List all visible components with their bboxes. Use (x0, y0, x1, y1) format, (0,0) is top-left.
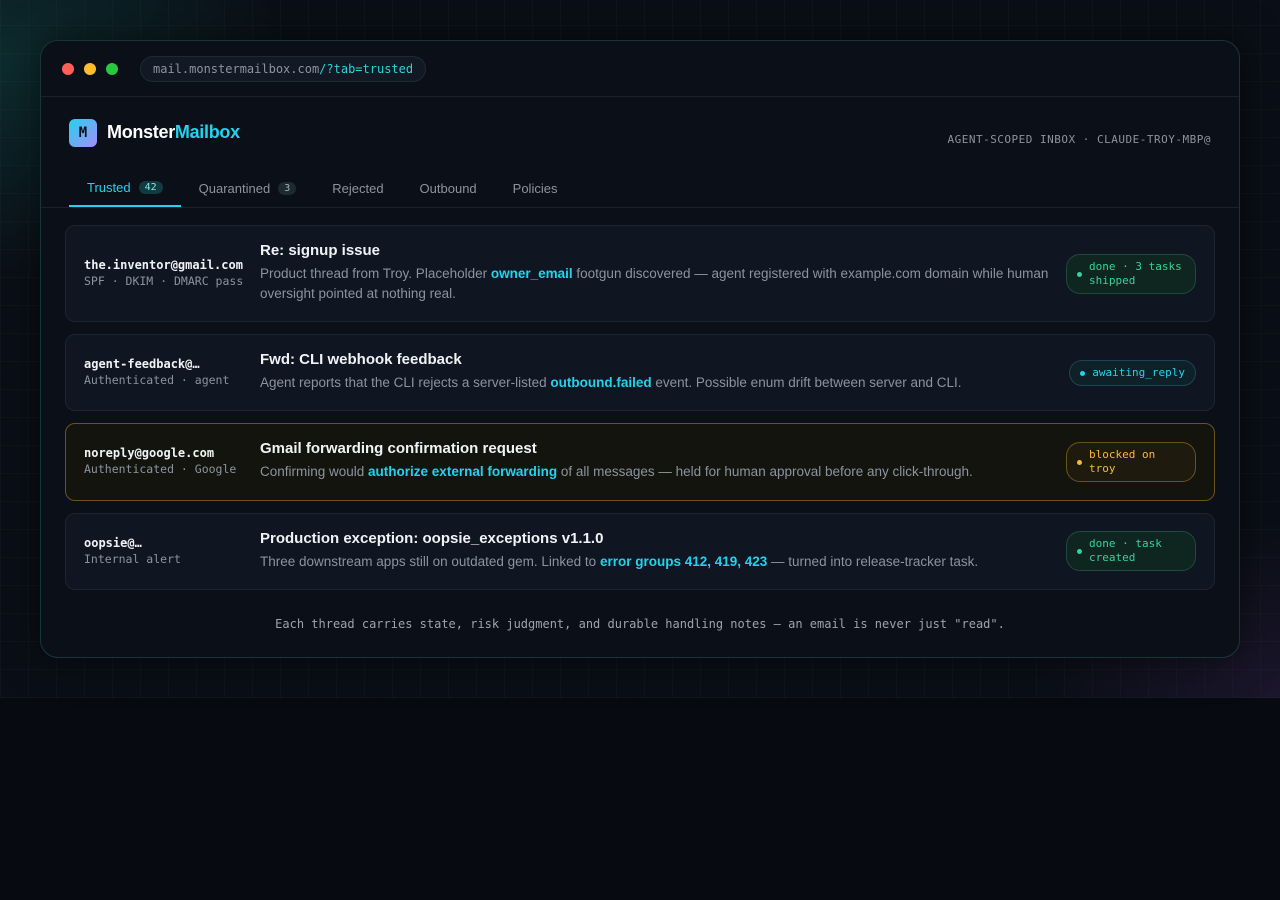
summary-text: Agent reports that the CLI rejects a ser… (260, 375, 551, 390)
summary-highlight: authorize external forwarding (368, 464, 558, 479)
tab-trusted[interactable]: Trusted 42 (69, 169, 181, 207)
summary-text: Product thread from Troy. Placeholder (260, 266, 491, 281)
thread-subject: Re: signup issue (260, 242, 381, 259)
app-header: M MonsterMailbox AGENT-SCOPED INBOX · CL… (41, 97, 1239, 207)
brand-name-part2: Mailbox (174, 122, 240, 142)
logo-icon: M (69, 119, 97, 147)
sender-email: oopsie@… (84, 536, 142, 550)
tab-outbound[interactable]: Outbound (402, 169, 495, 207)
thread-summary: Agent reports that the CLI rejects a ser… (260, 373, 1050, 393)
summary-text: Three downstream apps still on outdated … (260, 554, 600, 569)
header-divider (41, 207, 1239, 208)
sender-auth-meta: Authenticated · agent (84, 373, 230, 387)
url-path: /?tab=trusted (319, 61, 414, 76)
tab-label: Policies (512, 180, 558, 196)
thread-sender: noreply@google.com Authenticated · Googl… (84, 446, 244, 476)
address-bar[interactable]: mail.monstermailbox.com/?tab=trusted (140, 55, 427, 82)
thread-row[interactable]: agent-feedback@… Authenticated · agent F… (65, 334, 1215, 411)
thread-row[interactable]: noreply@google.com Authenticated · Googl… (65, 423, 1215, 501)
tab-label: Quarantined (198, 180, 271, 196)
thread-row[interactable]: oopsie@… Internal alert Production excep… (65, 513, 1215, 590)
browser-window: mail.monstermailbox.com/?tab=trusted M M… (40, 40, 1240, 658)
close-window-button[interactable] (62, 62, 74, 75)
thread-content: Re: signup issue Product thread from Tro… (260, 242, 1050, 304)
tab-count-badge: 3 (278, 181, 297, 195)
sender-email: noreply@google.com (84, 446, 215, 460)
thread-subject: Production exception: oopsie_exceptions … (260, 530, 604, 547)
thread-sender: agent-feedback@… Authenticated · agent (84, 357, 244, 387)
inbox-scope-label: AGENT-SCOPED INBOX · CLAUDE-TROY-MBP@ (947, 133, 1211, 146)
minimize-window-button[interactable] (84, 62, 96, 75)
status-badge: awaiting_reply (1069, 360, 1196, 386)
summary-text: of all messages — held for human approva… (557, 464, 973, 479)
tab-label: Trusted (87, 179, 131, 195)
brand-name: MonsterMailbox (107, 122, 240, 143)
thread-content: Gmail forwarding confirmation request Co… (260, 440, 1050, 482)
sender-auth-meta: SPF · DKIM · DMARC pass (84, 274, 244, 288)
tab-policies[interactable]: Policies (495, 169, 576, 207)
thread-sender: oopsie@… Internal alert (84, 536, 244, 566)
tab-label: Rejected (332, 180, 384, 196)
thread-subject: Gmail forwarding confirmation request (260, 440, 537, 457)
tab-label: Outbound (419, 180, 477, 196)
logo-letter: M (78, 125, 88, 141)
summary-highlight: outbound.failed (550, 375, 652, 390)
status-badge: done · task created (1066, 531, 1196, 571)
thread-subject: Fwd: CLI webhook feedback (260, 351, 462, 368)
tab-quarantined[interactable]: Quarantined 3 (181, 169, 315, 207)
tab-bar: Trusted 42 Quarantined 3 Rejected Outbou… (69, 169, 575, 207)
title-bar: mail.monstermailbox.com/?tab=trusted (41, 41, 1239, 97)
thread-row[interactable]: the.inventor@gmail.com SPF · DKIM · DMAR… (65, 225, 1215, 322)
summary-highlight: error groups 412, 419, 423 (599, 554, 768, 569)
thread-summary: Three downstream apps still on outdated … (260, 552, 1050, 572)
thread-sender: the.inventor@gmail.com SPF · DKIM · DMAR… (84, 258, 244, 288)
url-host: mail.monstermailbox.com (153, 61, 320, 76)
summary-text: Confirming would (260, 464, 369, 479)
summary-highlight: owner_email (490, 266, 573, 281)
brand-name-part1: Monster (107, 122, 175, 142)
sender-auth-meta: Internal alert (84, 552, 181, 566)
sender-auth-meta: Authenticated · Google (84, 462, 237, 476)
maximize-window-button[interactable] (106, 62, 118, 75)
footer-note: Each thread carries state, risk judgment… (275, 617, 1005, 631)
tab-count-badge: 42 (138, 180, 163, 194)
tab-rejected[interactable]: Rejected (314, 169, 401, 207)
thread-content: Production exception: oopsie_exceptions … (260, 530, 1050, 572)
thread-summary: Product thread from Troy. Placeholder ow… (260, 264, 1050, 304)
thread-list: the.inventor@gmail.com SPF · DKIM · DMAR… (65, 225, 1215, 602)
status-badge: done · 3 tasks shipped (1066, 254, 1196, 294)
summary-text: — turned into release-tracker task. (767, 554, 979, 569)
thread-content: Fwd: CLI webhook feedback Agent reports … (260, 351, 1050, 393)
status-badge: blocked on troy (1066, 442, 1196, 482)
sender-email: agent-feedback@… (84, 357, 200, 371)
sender-email: the.inventor@gmail.com (84, 258, 243, 272)
thread-summary: Confirming would authorize external forw… (260, 462, 1050, 482)
summary-text: event. Possible enum drift between serve… (651, 375, 962, 390)
